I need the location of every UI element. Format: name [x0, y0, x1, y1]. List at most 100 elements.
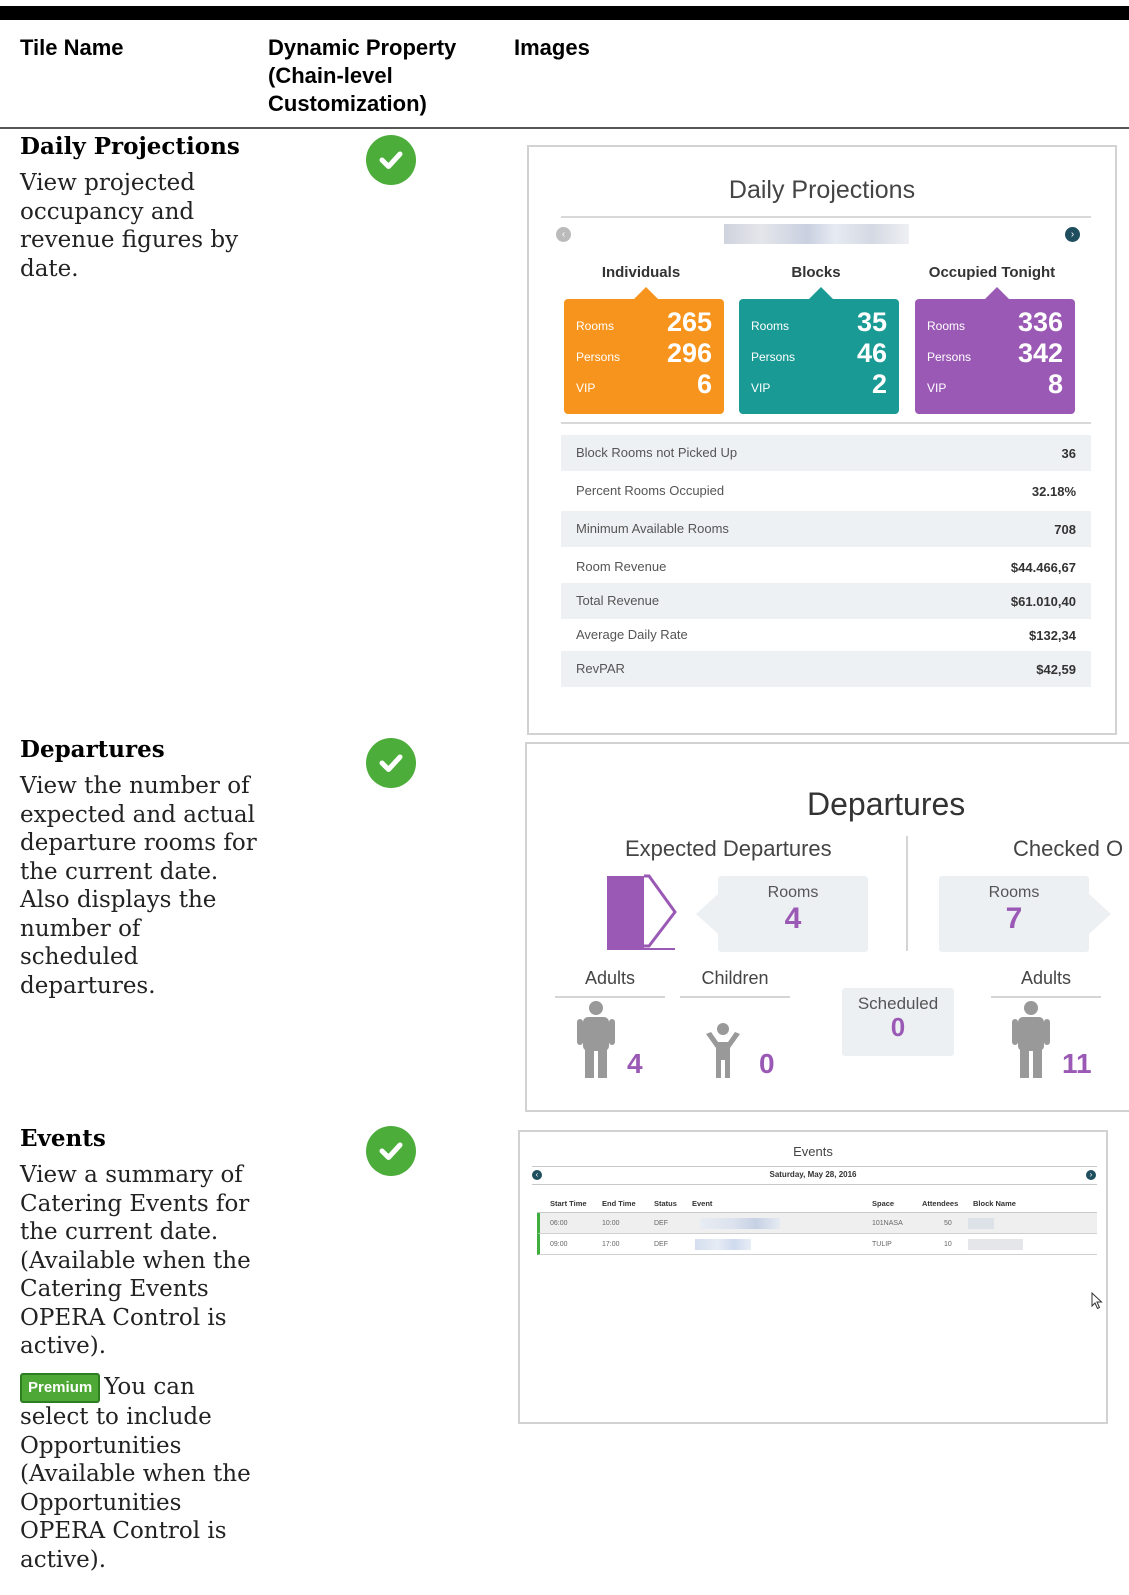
vip-label: VIP — [927, 381, 947, 395]
column-header: End Time — [602, 1199, 636, 1208]
column-heading-occupied: Occupied Tonight — [928, 264, 1056, 281]
children-count: 0 — [759, 1048, 775, 1079]
rooms-value: 4 — [784, 902, 802, 935]
scheduled-label: Scheduled — [857, 994, 939, 1013]
attendees: 10 — [944, 1241, 952, 1248]
header-images: Images — [514, 35, 590, 60]
column-heading-blocks: Blocks — [791, 264, 841, 281]
stat-label: Room Revenue — [576, 559, 667, 574]
adults-column: Adults — [991, 968, 1101, 998]
adults-count: 11 — [1062, 1048, 1092, 1079]
departures-tile: Departures Expected Departures Checked O… — [525, 742, 1129, 1112]
space: TULIP — [872, 1241, 892, 1248]
premium-note-text: You can select to include Opportunities … — [20, 1374, 251, 1573]
expected-departures-heading: Expected Departures — [625, 836, 832, 861]
scheduled-value: 0 — [890, 1012, 906, 1042]
table-row[interactable]: 06:00 10:00 DEF 101NASA 50 — [537, 1213, 1097, 1234]
check-icon — [366, 135, 416, 185]
table-row[interactable]: 09:00 17:00 DEF TULIP 10 — [537, 1234, 1097, 1255]
rooms-label: Rooms — [751, 319, 790, 333]
door-icon — [607, 874, 677, 950]
premium-badge: Premium — [20, 1373, 101, 1403]
persons-value: 296 — [666, 338, 712, 368]
stat-value: 32.18% — [1031, 484, 1076, 499]
stat-row: Block Rooms not Picked Up 36 — [561, 435, 1091, 471]
header-divider — [0, 127, 1129, 129]
checked-out-heading: Checked O — [1013, 836, 1124, 861]
stat-row: Minimum Available Rooms 708 — [561, 511, 1091, 547]
end-time: 10:00 — [602, 1220, 620, 1227]
start-time: 06:00 — [550, 1220, 568, 1227]
space: 101NASA — [872, 1220, 903, 1227]
persons-label: Persons — [927, 350, 972, 364]
tile-name-departures: Departures — [20, 736, 165, 763]
adult-person-icon — [577, 1001, 615, 1078]
stat-row: Room Revenue $44.466,67 — [561, 549, 1091, 585]
event-name-redacted — [700, 1218, 780, 1229]
column-heading-individuals: Individuals — [601, 264, 681, 281]
blocks-card: Rooms 35 Persons 46 VIP 2 — [739, 287, 899, 414]
vip-label: VIP — [751, 381, 771, 395]
column-header: Attendees — [922, 1199, 959, 1208]
daily-projections-tile: Daily Projections ‹ › Individuals Blocks… — [527, 145, 1117, 735]
column-header: Start Time — [550, 1199, 587, 1208]
divider — [532, 1184, 1097, 1185]
vip-value: 6 — [696, 369, 712, 399]
premium-note: Premium You can select to include Opportu… — [20, 1373, 260, 1574]
status: DEF — [654, 1241, 668, 1248]
attendees: 50 — [944, 1220, 952, 1227]
vip-value: 2 — [871, 369, 887, 399]
rooms-label: Rooms — [767, 884, 819, 901]
stat-value: $42,59 — [1036, 662, 1076, 677]
checked-rooms-box: Rooms 7 — [939, 876, 1089, 952]
stat-value: $132,34 — [1029, 628, 1076, 643]
vip-value: 8 — [1047, 369, 1063, 399]
stat-label: Percent Rooms Occupied — [576, 483, 725, 498]
individuals-card: Rooms 265 Persons 296 VIP 6 — [564, 287, 724, 414]
stat-label: RevPAR — [576, 661, 625, 676]
callout-pointer — [696, 894, 718, 934]
header-tile-name: Tile Name — [20, 35, 124, 60]
expected-rooms-box: Rooms 4 — [696, 876, 868, 952]
stat-value: $44.466,67 — [1010, 560, 1076, 575]
adult-person-icon — [1012, 1001, 1050, 1078]
mouse-cursor-icon — [1091, 1292, 1103, 1310]
rooms-value: 265 — [666, 307, 712, 337]
adults-column: Adults — [555, 968, 665, 998]
persons-value: 46 — [856, 338, 887, 368]
stat-label: Total Revenue — [576, 593, 660, 608]
rooms-value: 336 — [1017, 307, 1063, 337]
rooms-value: 7 — [1005, 902, 1023, 935]
column-header: Event — [692, 1199, 713, 1208]
top-rule — [0, 6, 1129, 20]
rooms-label: Rooms — [988, 884, 1040, 901]
prev-date-icon[interactable]: ‹ — [556, 227, 571, 242]
check-icon — [366, 738, 416, 788]
rooms-value: 35 — [856, 307, 887, 337]
persons-value: 342 — [1017, 338, 1063, 368]
rooms-label: Rooms — [576, 319, 615, 333]
column-header: Block Name — [973, 1199, 1016, 1208]
start-time: 09:00 — [550, 1241, 568, 1248]
divider — [561, 216, 1091, 218]
stat-row: Total Revenue $61.010,40 — [561, 583, 1091, 619]
tile-title: Daily Projections — [728, 176, 916, 204]
tile-name-daily-projections: Daily Projections — [20, 133, 240, 160]
column-header: Space — [872, 1199, 895, 1208]
next-date-icon[interactable]: › — [1086, 1170, 1096, 1180]
date-selector[interactable] — [724, 224, 909, 244]
scheduled-box: Scheduled 0 — [842, 988, 954, 1056]
callout-pointer — [1089, 894, 1111, 934]
occupied-card: Rooms 336 Persons 342 VIP 8 — [915, 287, 1075, 414]
tile-desc-events: View a summary of Catering Events for th… — [20, 1162, 251, 1359]
tile-title: Departures — [807, 786, 966, 822]
next-date-icon[interactable]: › — [1065, 227, 1080, 242]
divider — [906, 836, 908, 951]
stat-row: Percent Rooms Occupied 32.18% — [561, 473, 1091, 509]
rooms-label: Rooms — [927, 319, 966, 333]
vip-label: VIP — [576, 381, 596, 395]
child-person-icon — [706, 1023, 740, 1078]
column-header: Status — [654, 1199, 677, 1208]
tile-desc-daily-projections: View projected occupancy and revenue fig… — [20, 170, 239, 282]
adults-count: 4 — [627, 1048, 643, 1079]
